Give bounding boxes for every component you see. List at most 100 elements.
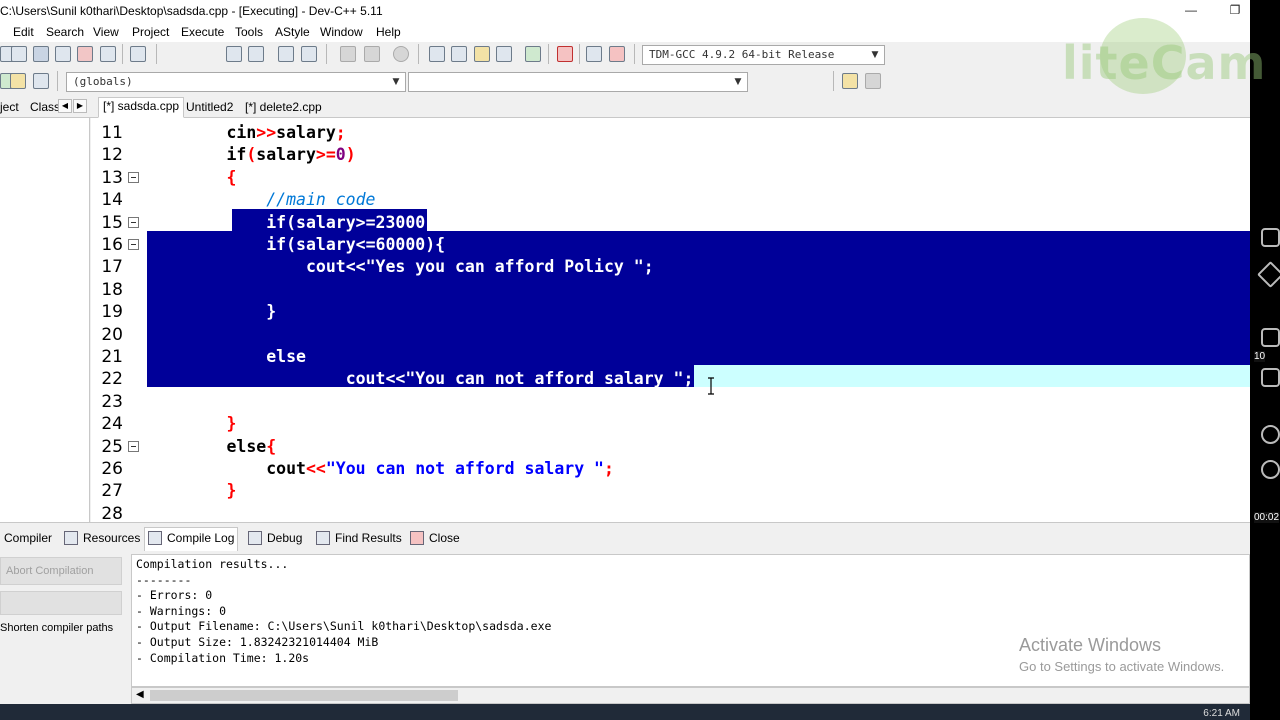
tab-compile-log[interactable]: Compile Log — [144, 527, 239, 551]
close-all-icon[interactable] — [100, 46, 116, 62]
fold-toggle-icon[interactable] — [128, 440, 139, 452]
rebuild-icon[interactable] — [496, 46, 512, 62]
line-number: 21 — [101, 347, 123, 367]
back-icon[interactable] — [340, 46, 356, 62]
print-icon[interactable] — [130, 46, 146, 62]
log-horizontal-scrollbar[interactable]: ◀ — [131, 687, 1250, 704]
tab-resources[interactable]: Resources — [64, 531, 140, 545]
profile-icon[interactable] — [586, 46, 602, 62]
taskbar-clock: 6:21 AM — [1203, 708, 1240, 719]
file-tab-delete2[interactable]: [*] delete2.cpp — [241, 99, 326, 118]
compile-run-icon[interactable] — [474, 46, 490, 62]
stop-record-icon[interactable] — [1261, 460, 1280, 479]
fold-toggle-icon[interactable] — [128, 171, 139, 183]
open-icon[interactable] — [11, 46, 27, 62]
devcpp-window: C:\Users\Sunil k0thari\Desktop\sadsda.cp… — [0, 0, 1280, 720]
undo-icon[interactable] — [842, 73, 858, 89]
shorten-paths-checkbox[interactable]: Shorten compiler paths — [0, 622, 113, 634]
code-line: 21 else — [91, 346, 1250, 368]
redo-icon[interactable] — [865, 73, 881, 89]
zoom-out-icon[interactable] — [1261, 368, 1280, 387]
toolbar-separator — [418, 44, 419, 64]
pause-icon[interactable] — [1261, 425, 1280, 444]
save-icon[interactable] — [33, 46, 49, 62]
tab-scroll-left-icon[interactable]: ◀ — [58, 99, 72, 113]
file-tab-sadsda[interactable]: [*] sadsda.cpp — [98, 97, 185, 118]
tab-project[interactable]: ject — [0, 99, 23, 118]
tab-find-results[interactable]: Find Results — [316, 531, 402, 545]
line-number: 17 — [101, 257, 123, 278]
insert-icon[interactable] — [10, 73, 26, 89]
fold-toggle-icon[interactable] — [128, 216, 139, 228]
tab-debug-label: Debug — [267, 531, 303, 545]
compiler-select-value: TDM-GCC 4.9.2 64-bit Release — [649, 48, 835, 61]
menu-tools[interactable]: Tools — [235, 25, 263, 39]
scroll-left-icon[interactable]: ◀ — [136, 689, 144, 700]
code-editor[interactable]: 11 cin>>salary; 12 if(salary>=0) 13 {14 //… — [91, 118, 1250, 522]
stop-icon[interactable] — [557, 46, 573, 62]
line-number: 18 — [101, 279, 123, 300]
forward-icon[interactable] — [364, 46, 380, 62]
globals-select[interactable]: (globals) ▼ — [66, 72, 406, 92]
project-panel[interactable] — [0, 118, 90, 522]
toolbar-separator — [156, 44, 157, 64]
scrollbar-thumb[interactable] — [150, 690, 458, 701]
restore-button[interactable]: ❐ — [1224, 2, 1246, 18]
toolbar-separator — [326, 44, 327, 64]
code-line: 28 — [91, 503, 1250, 522]
syntax-check-icon[interactable] — [525, 46, 541, 62]
compiler-select[interactable]: TDM-GCC 4.9.2 64-bit Release ▼ — [642, 45, 885, 65]
resources-icon — [64, 531, 78, 545]
delete-profile-icon[interactable] — [609, 46, 625, 62]
toolbar-separator — [833, 71, 834, 91]
run-icon[interactable] — [451, 46, 467, 62]
title-bar: C:\Users\Sunil k0thari\Desktop\sadsda.cp… — [0, 0, 1250, 22]
code-text: cout<<"You can not afford salary "; — [266, 459, 614, 478]
toggle-bookmark-icon[interactable] — [33, 73, 49, 89]
menu-edit[interactable]: Edit — [13, 25, 34, 39]
menu-execute[interactable]: Execute — [181, 25, 224, 39]
fold-toggle-icon[interactable] — [128, 239, 139, 250]
tab-compiler[interactable]: Compiler — [4, 531, 52, 545]
minimize-button[interactable]: — — [1180, 2, 1202, 18]
file-tab-untitled2[interactable]: Untitled2 — [182, 99, 237, 118]
code-line: 11 cin>>salary; — [91, 122, 1250, 144]
indent-icon[interactable] — [278, 46, 294, 62]
compile-icon[interactable] — [429, 46, 445, 62]
code-text: } — [226, 481, 237, 501]
code-line: 24 } — [91, 413, 1250, 435]
save-all-icon[interactable] — [55, 46, 71, 62]
bookmark-icon[interactable] — [393, 46, 409, 62]
code-line: 20 — [91, 324, 1250, 346]
unindent-icon[interactable] — [301, 46, 317, 62]
camera-icon[interactable] — [1261, 228, 1280, 247]
menu-view[interactable]: View — [93, 25, 119, 39]
close-file-icon[interactable] — [77, 46, 93, 62]
replace-icon[interactable] — [248, 46, 264, 62]
line-number: 24 — [101, 414, 123, 435]
menu-search[interactable]: Search — [46, 25, 84, 39]
functions-select[interactable]: ▼ — [408, 72, 748, 92]
find-icon[interactable] — [226, 46, 242, 62]
menu-help[interactable]: Help — [376, 25, 401, 39]
tab-debug[interactable]: Debug — [248, 531, 302, 545]
code-text: } — [266, 302, 277, 322]
text-cursor-icon — [708, 377, 714, 395]
zoom-in-icon[interactable] — [1261, 328, 1280, 347]
tab-close[interactable]: Close — [410, 531, 460, 545]
toolbar-separator — [122, 44, 123, 64]
line-number: 23 — [101, 391, 123, 412]
menu-window[interactable]: Window — [320, 25, 363, 39]
pen-icon[interactable] — [1257, 261, 1280, 288]
chevron-down-icon: ▼ — [392, 77, 400, 87]
toolbar-separator — [57, 71, 58, 91]
abort-compilation-button[interactable]: Abort Compilation — [0, 557, 122, 585]
code-line: 13 { — [91, 167, 1250, 189]
menu-project[interactable]: Project — [132, 25, 169, 39]
blank-button[interactable] — [0, 591, 122, 615]
tab-compiler-label: Compiler — [4, 531, 53, 545]
menu-astyle[interactable]: AStyle — [275, 25, 310, 39]
line-number: 19 — [101, 302, 123, 323]
tab-scroll-right-icon[interactable]: ▶ — [73, 99, 87, 113]
code-line: 25 else{ — [91, 436, 1250, 458]
